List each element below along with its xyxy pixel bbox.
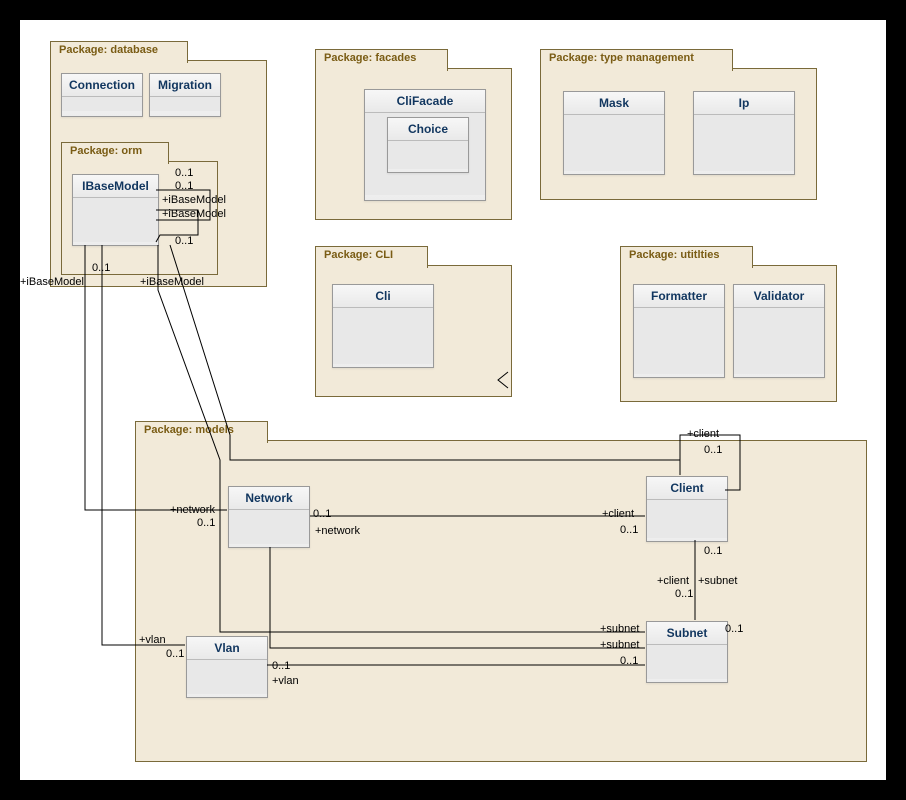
package-database-title: Package: database bbox=[50, 41, 188, 63]
class-clifacade-title: CliFacade bbox=[365, 90, 485, 113]
role-vlan-2: +vlan bbox=[272, 675, 299, 687]
mult-client-2: 0..1 bbox=[704, 444, 722, 456]
package-utilities-title: Package: utitlties bbox=[620, 246, 753, 268]
mult-01-d: 0..1 bbox=[92, 262, 110, 274]
package-orm-title: Package: orm bbox=[61, 142, 169, 164]
class-network[interactable]: Network bbox=[228, 486, 310, 548]
class-ip[interactable]: Ip bbox=[693, 91, 795, 175]
mult-vlan-2: 0..1 bbox=[272, 660, 290, 672]
class-formatter[interactable]: Formatter bbox=[633, 284, 725, 378]
class-subnet[interactable]: Subnet bbox=[646, 621, 728, 683]
package-cli: Package: CLI Cli bbox=[315, 265, 512, 397]
mult-network-2: 0..1 bbox=[313, 508, 331, 520]
class-validator[interactable]: Validator bbox=[733, 284, 825, 378]
role-subnet-1: +subnet bbox=[600, 623, 639, 635]
package-models-title: Package: models bbox=[135, 421, 268, 443]
mult-vlan-1: 0..1 bbox=[166, 648, 184, 660]
class-mask-title: Mask bbox=[564, 92, 664, 115]
role-vlan-1: +vlan bbox=[139, 634, 166, 646]
class-cli-title: Cli bbox=[333, 285, 433, 308]
class-formatter-title: Formatter bbox=[634, 285, 724, 308]
mult-01-c: 0..1 bbox=[175, 235, 193, 247]
mult-network-1: 0..1 bbox=[197, 517, 215, 529]
class-vlan-title: Vlan bbox=[187, 637, 267, 660]
mult-01-a: 0..1 bbox=[175, 167, 193, 179]
mult-client-3: 0..1 bbox=[704, 545, 722, 557]
class-ibasemodel[interactable]: IBaseModel bbox=[72, 174, 159, 246]
role-subnet-3: +subnet bbox=[698, 575, 737, 587]
diagram-canvas: Package: database Connection Migration P… bbox=[20, 20, 886, 780]
class-subnet-title: Subnet bbox=[647, 622, 727, 645]
mult-client-1: 0..1 bbox=[620, 524, 638, 536]
mult-subnet-1: 0..1 bbox=[725, 623, 743, 635]
class-clifacade[interactable]: CliFacade Choice bbox=[364, 89, 486, 201]
role-network2: +network bbox=[315, 525, 360, 537]
class-choice[interactable]: Choice bbox=[387, 117, 469, 173]
role-subnet-2: +subnet bbox=[600, 639, 639, 651]
role-ibasemodel-b: +iBaseModel bbox=[162, 208, 226, 220]
package-cli-title: Package: CLI bbox=[315, 246, 428, 268]
mult-01-b: 0..1 bbox=[175, 180, 193, 192]
class-ip-title: Ip bbox=[694, 92, 794, 115]
class-migration-title: Migration bbox=[150, 74, 220, 97]
role-network: +network bbox=[170, 504, 215, 516]
package-utilities: Package: utitlties Formatter Validator bbox=[620, 265, 837, 402]
class-ibasemodel-title: IBaseModel bbox=[73, 175, 158, 198]
class-connection[interactable]: Connection bbox=[61, 73, 143, 117]
mult-subnet-2: 0..1 bbox=[620, 655, 638, 667]
class-validator-title: Validator bbox=[734, 285, 824, 308]
class-connection-title: Connection bbox=[62, 74, 142, 97]
role-client-3: +client bbox=[657, 575, 689, 587]
package-type-management: Package: type management Mask Ip bbox=[540, 68, 817, 200]
class-client[interactable]: Client bbox=[646, 476, 728, 542]
role-client-2: +client bbox=[687, 428, 719, 440]
package-database: Package: database Connection Migration P… bbox=[50, 60, 267, 287]
class-network-title: Network bbox=[229, 487, 309, 510]
package-models: Package: models Network Client Vlan Subn… bbox=[135, 440, 867, 762]
class-vlan[interactable]: Vlan bbox=[186, 636, 268, 698]
class-choice-title: Choice bbox=[388, 118, 468, 141]
role-ibasemodel-a: +iBaseModel bbox=[162, 194, 226, 206]
role-ibasemodel-d: +iBaseModel bbox=[20, 276, 84, 288]
class-mask[interactable]: Mask bbox=[563, 91, 665, 175]
package-facades-title: Package: facades bbox=[315, 49, 448, 71]
package-type-management-title: Package: type management bbox=[540, 49, 733, 71]
class-cli[interactable]: Cli bbox=[332, 284, 434, 368]
class-migration[interactable]: Migration bbox=[149, 73, 221, 117]
class-client-title: Client bbox=[647, 477, 727, 500]
role-client-1: +client bbox=[602, 508, 634, 520]
package-facades: Package: facades CliFacade Choice bbox=[315, 68, 512, 220]
role-ibasemodel-c: +iBaseModel bbox=[140, 276, 204, 288]
mult-client-4: 0..1 bbox=[675, 588, 693, 600]
